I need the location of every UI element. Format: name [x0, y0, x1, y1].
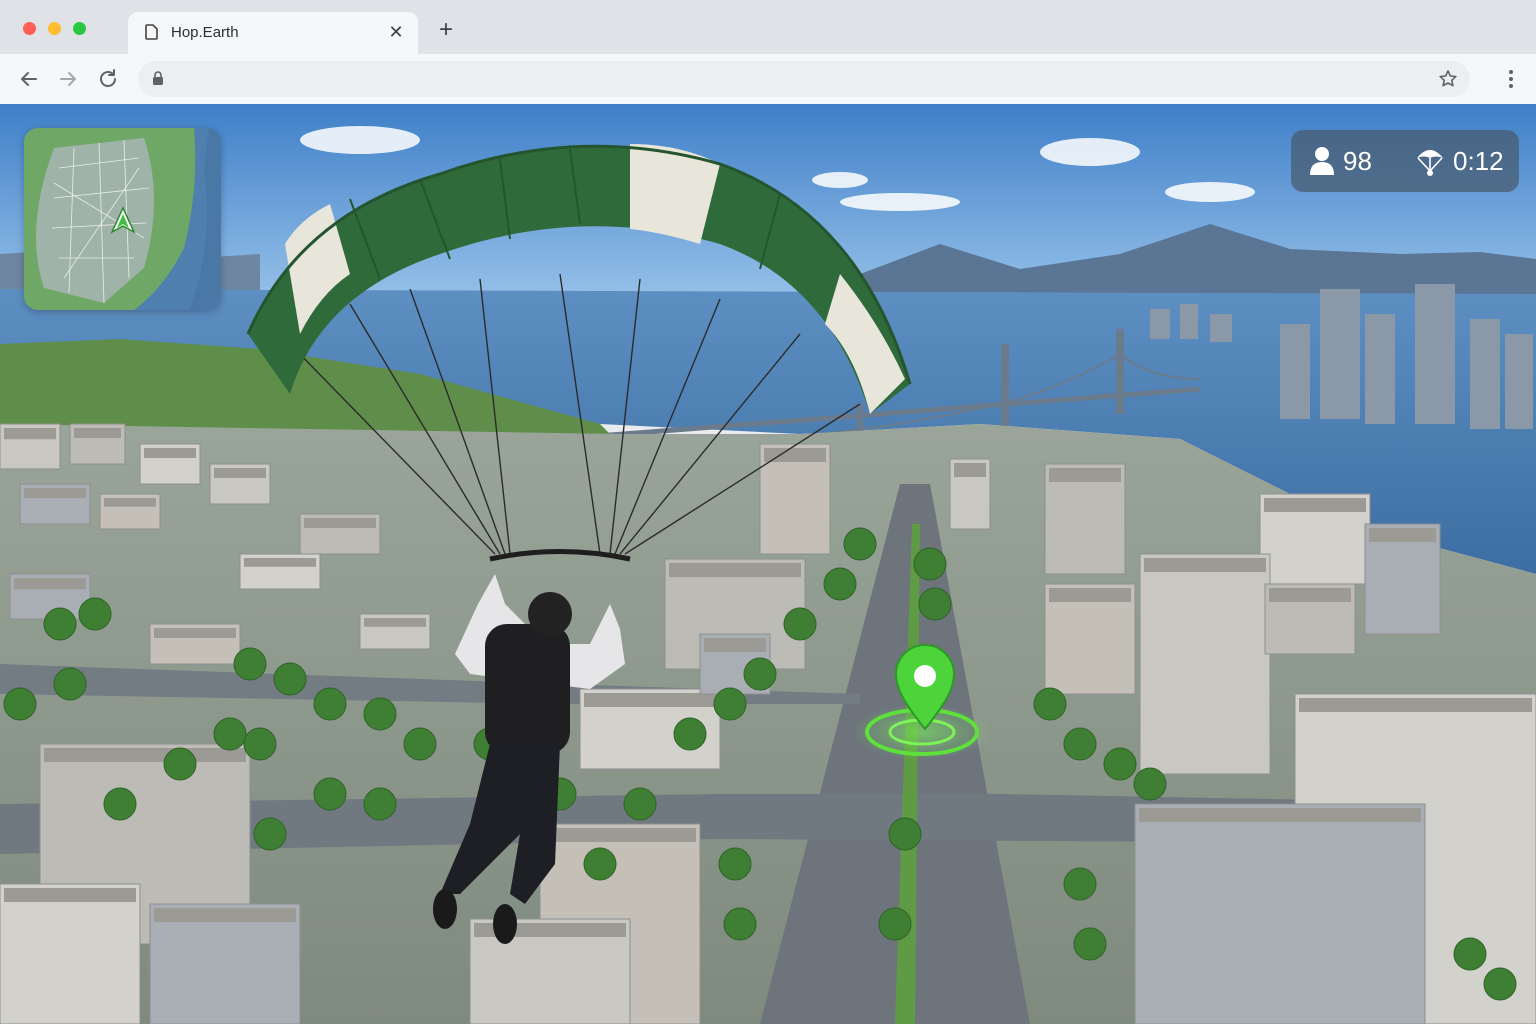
building-roof [1144, 558, 1266, 572]
parachute-icon [1417, 150, 1443, 176]
building-roof [1049, 588, 1131, 602]
forward-arrow-icon[interactable] [55, 66, 81, 92]
person-icon [1310, 147, 1334, 175]
tree [273, 662, 307, 696]
tree [843, 527, 877, 561]
tree [403, 727, 437, 761]
game-scene [0, 104, 1536, 1024]
reload-icon[interactable] [95, 66, 121, 92]
building-roof [4, 888, 136, 902]
building-roof [244, 558, 316, 567]
tree [1133, 767, 1167, 801]
tree [363, 697, 397, 731]
tree [1063, 727, 1097, 761]
building-roof [154, 908, 296, 922]
tree [103, 787, 137, 821]
building-roof [4, 428, 56, 440]
tree [723, 907, 757, 941]
building-roof [214, 468, 266, 478]
tree [213, 717, 247, 751]
tree [888, 817, 922, 851]
tree [918, 587, 952, 621]
building-roof [74, 428, 121, 438]
tree [878, 907, 912, 941]
game-viewport[interactable]: 98 0:12 [0, 104, 1536, 1024]
tree [1103, 747, 1137, 781]
building-roof [584, 693, 716, 707]
tree [3, 687, 37, 721]
building [1139, 553, 1271, 775]
tab-bar: Hop.Earth ✕ + [0, 0, 1536, 54]
building-roof [1264, 498, 1366, 512]
tree [1453, 937, 1487, 971]
building-roof [104, 498, 156, 507]
close-window-button[interactable] [23, 22, 36, 35]
tree [243, 727, 277, 761]
kebab-menu-icon[interactable] [1508, 69, 1514, 89]
tree [78, 597, 112, 631]
back-arrow-icon[interactable] [16, 66, 42, 92]
building-roof [1049, 468, 1121, 482]
building-roof [1369, 528, 1436, 542]
browser-tab[interactable]: Hop.Earth ✕ [128, 12, 418, 54]
building-roof [304, 518, 376, 528]
drop-timer: 0:12 [1415, 130, 1504, 192]
building-roof [669, 563, 801, 577]
building-roof [1139, 808, 1421, 822]
tree [913, 547, 947, 581]
tree [713, 687, 747, 721]
plus-icon[interactable]: + [434, 18, 458, 42]
players-remaining: 98 [1309, 130, 1372, 192]
hud-panel: 98 0:12 [1291, 130, 1519, 192]
tree [313, 687, 347, 721]
building-roof [14, 578, 86, 590]
building [1134, 803, 1426, 1024]
minimap[interactable] [24, 128, 221, 310]
building-roof [544, 828, 696, 842]
maximize-window-button[interactable] [73, 22, 86, 35]
tree [1033, 687, 1067, 721]
building-roof [364, 618, 426, 627]
timer-value: 0:12 [1453, 145, 1504, 176]
tree [783, 607, 817, 641]
tree [1073, 927, 1107, 961]
building-roof [24, 488, 86, 498]
close-icon[interactable]: ✕ [386, 22, 406, 42]
lock-icon [153, 71, 163, 85]
browser-toolbar [0, 54, 1536, 104]
building [0, 883, 141, 1024]
tree [743, 657, 777, 691]
building-roof [144, 448, 196, 458]
minimize-window-button[interactable] [48, 22, 61, 35]
building-roof [704, 638, 766, 652]
building-roof [44, 748, 246, 762]
building-roof [954, 463, 986, 477]
tree [583, 847, 617, 881]
tree [163, 747, 197, 781]
tree [233, 647, 267, 681]
tab-title: Hop.Earth [171, 24, 239, 41]
building-roof [1269, 588, 1351, 602]
tree [718, 847, 752, 881]
tree [363, 787, 397, 821]
tree [1063, 867, 1097, 901]
tree [623, 787, 657, 821]
page-icon [145, 24, 158, 40]
tree [313, 777, 347, 811]
tree [1483, 967, 1517, 1001]
star-icon[interactable] [1438, 69, 1458, 89]
building-roof [154, 628, 236, 638]
address-bar[interactable] [138, 61, 1470, 97]
tree [253, 817, 287, 851]
building-roof [1299, 698, 1532, 712]
arrow-marker-icon [110, 206, 136, 234]
tree [53, 667, 87, 701]
tree [823, 567, 857, 601]
tree [673, 717, 707, 751]
browser-chrome: Hop.Earth ✕ + [0, 0, 1536, 104]
tree [43, 607, 77, 641]
players-count: 98 [1343, 145, 1372, 176]
